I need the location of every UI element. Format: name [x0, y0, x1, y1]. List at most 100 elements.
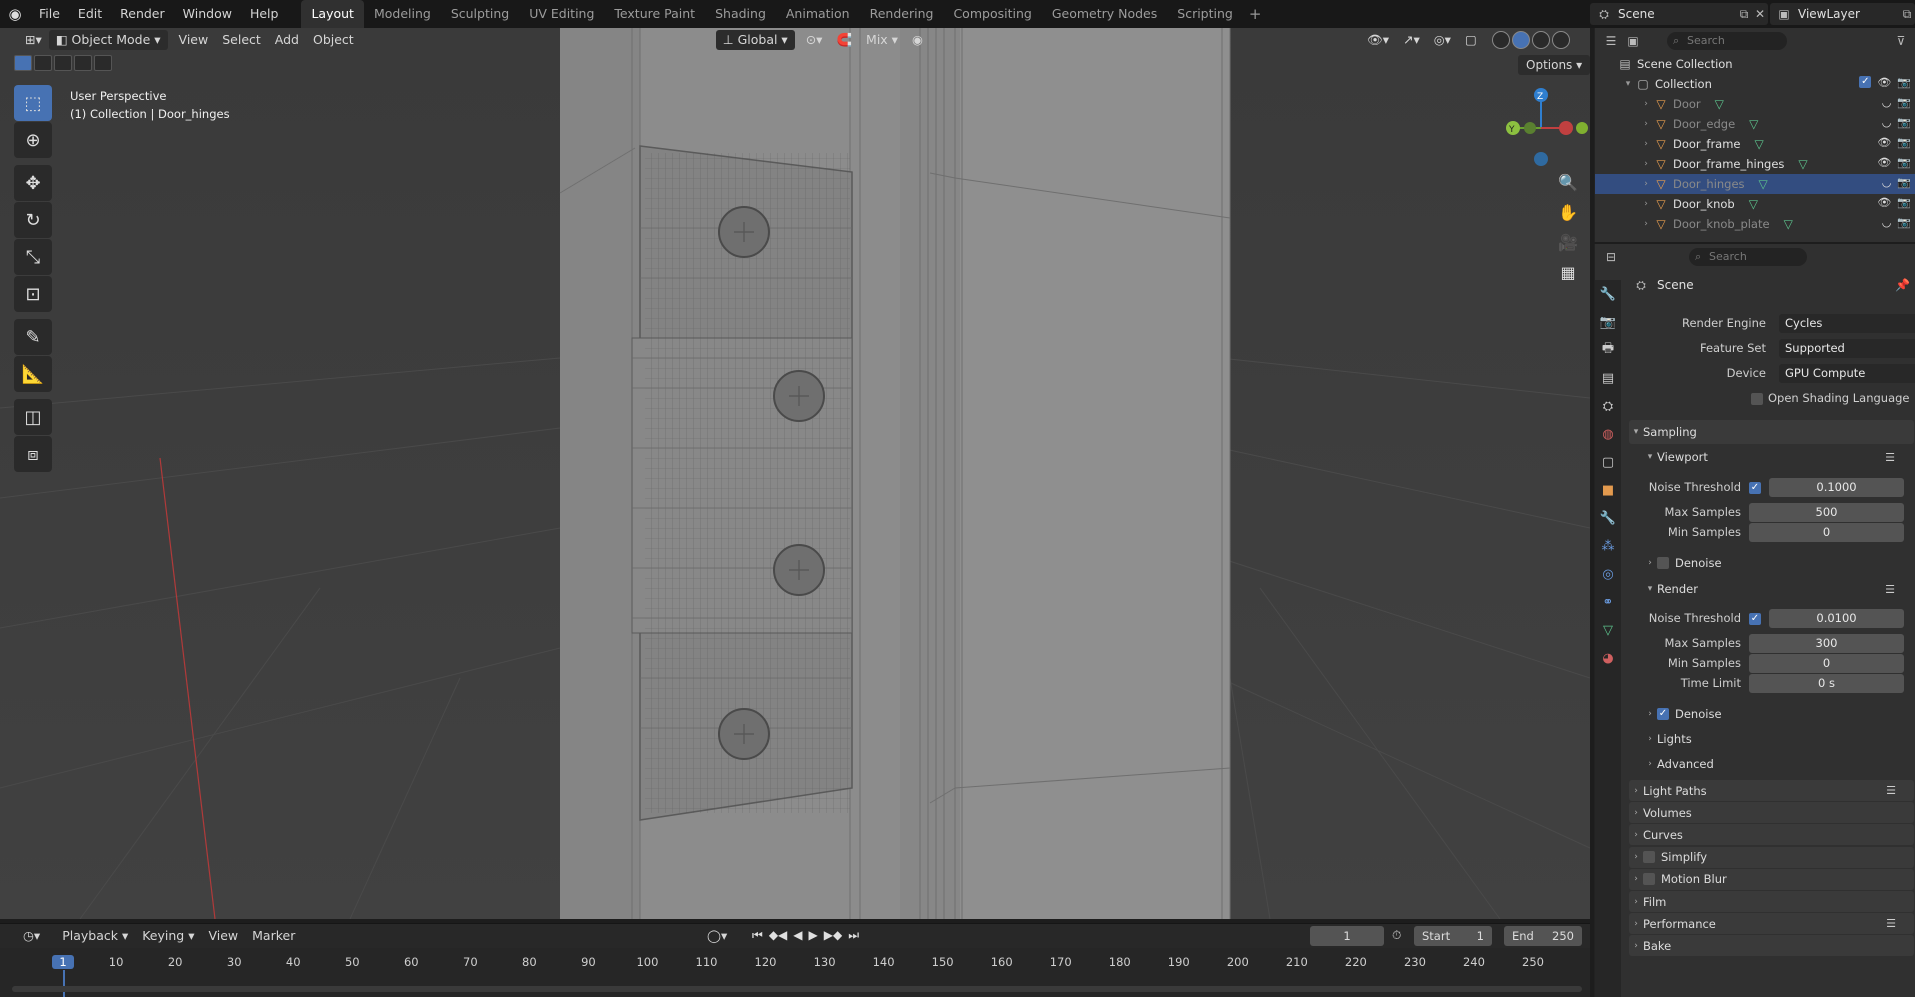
- expand-icon[interactable]: ›: [1639, 219, 1653, 229]
- next-keyframe-icon[interactable]: ▶◆: [824, 928, 842, 943]
- scene-selector[interactable]: ⛭ Scene ⧉ ✕: [1590, 3, 1768, 25]
- outliner-item[interactable]: › ▽ Door ▽ ◡ 📷: [1595, 94, 1915, 114]
- collapse-icon[interactable]: ▾: [1621, 79, 1635, 89]
- add-workspace-icon[interactable]: +: [1243, 5, 1268, 23]
- eye-icon[interactable]: 👁: [1877, 136, 1891, 149]
- move-tool-icon[interactable]: ✥: [14, 165, 52, 201]
- scale-tool-icon[interactable]: ⤡: [14, 239, 52, 275]
- viewport-noise-checkbox[interactable]: ✓: [1749, 480, 1761, 494]
- modifier-tab-icon[interactable]: 🔧: [1595, 504, 1621, 532]
- select-box-tool-icon[interactable]: ⬚: [14, 85, 52, 121]
- properties-search-input[interactable]: ⌕ Search: [1689, 248, 1807, 266]
- xray-toggle-icon[interactable]: ▢: [1458, 30, 1484, 50]
- menu-file[interactable]: File: [30, 0, 69, 28]
- tab-geometry-nodes[interactable]: Geometry Nodes: [1042, 0, 1167, 28]
- device-dropdown[interactable]: GPU Compute: [1779, 363, 1915, 383]
- render-camera-icon[interactable]: 📷: [1897, 76, 1911, 89]
- panel-enable-checkbox[interactable]: [1643, 851, 1655, 864]
- render-subpanel-header[interactable]: ▾ Render ☰: [1643, 578, 1913, 600]
- timeline-scrollbar[interactable]: [12, 986, 1582, 992]
- expand-icon[interactable]: ›: [1639, 159, 1653, 169]
- outliner-item[interactable]: › ▽ Door_knob_plate ▽ ◡ 📷: [1595, 214, 1915, 234]
- panel-header[interactable]: › Bake: [1629, 935, 1914, 957]
- feature-set-dropdown[interactable]: Supported: [1779, 338, 1915, 358]
- menu-timeline-view[interactable]: View: [201, 926, 245, 946]
- panel-enable-checkbox[interactable]: [1643, 873, 1655, 886]
- outliner-item[interactable]: › ▽ Door_hinges ▽ ◡ 📷: [1595, 174, 1915, 194]
- eye-closed-icon[interactable]: ◡: [1882, 176, 1892, 189]
- wireframe-shading-icon[interactable]: [1492, 31, 1510, 49]
- viewport-subpanel-header[interactable]: ▾ Viewport ☰: [1643, 446, 1913, 468]
- presets-list-icon[interactable]: ☰: [1885, 451, 1895, 464]
- start-frame-field[interactable]: Start 1: [1414, 926, 1492, 946]
- transform-tool-icon[interactable]: ⊡: [14, 276, 52, 312]
- render-denoise-checkbox[interactable]: ✓: [1657, 708, 1669, 720]
- filter-icon[interactable]: ⊽: [1893, 33, 1909, 49]
- select-extend-icon[interactable]: [34, 55, 52, 71]
- viewport-denoise-row[interactable]: › Denoise: [1643, 552, 1913, 574]
- render-max-field[interactable]: 300: [1749, 633, 1904, 653]
- panel-header[interactable]: › Volumes: [1629, 802, 1914, 824]
- zoom-icon[interactable]: 🔍: [1554, 168, 1582, 196]
- tab-scripting[interactable]: Scripting: [1167, 0, 1243, 28]
- prev-keyframe-icon[interactable]: ◆◀: [769, 928, 787, 943]
- world-tab-icon[interactable]: ◍: [1595, 420, 1621, 448]
- viewport-denoise-checkbox[interactable]: [1657, 557, 1669, 569]
- new-view-layer-icon[interactable]: ⧉: [1899, 6, 1915, 22]
- select-intersect-icon[interactable]: [94, 55, 112, 71]
- tab-layout[interactable]: Layout: [301, 0, 364, 28]
- render-tab-icon[interactable]: 📷: [1595, 308, 1621, 336]
- select-invert-icon[interactable]: [74, 55, 92, 71]
- new-scene-icon[interactable]: ⧉: [1736, 6, 1752, 22]
- mesh-data-icon[interactable]: ▽: [1715, 97, 1724, 111]
- delete-scene-icon[interactable]: ✕: [1752, 6, 1768, 22]
- presets-list-icon[interactable]: ☰: [1886, 917, 1896, 930]
- panel-header[interactable]: › Film: [1629, 891, 1914, 912]
- menu-add[interactable]: Add: [268, 30, 306, 50]
- playhead-line[interactable]: [63, 970, 65, 997]
- measure-tool-icon[interactable]: 📐: [14, 356, 52, 392]
- jump-start-icon[interactable]: ⏮: [752, 928, 763, 943]
- timeline-editor-icon[interactable]: ◷▾: [16, 926, 47, 946]
- menu-select[interactable]: Select: [215, 30, 268, 50]
- panel-header[interactable]: › Motion Blur: [1629, 868, 1914, 890]
- mesh-data-icon[interactable]: ▽: [1759, 177, 1768, 191]
- snap-icon[interactable]: 🧲: [829, 30, 859, 50]
- tab-animation[interactable]: Animation: [776, 0, 860, 28]
- render-engine-dropdown[interactable]: Cycles: [1779, 313, 1915, 333]
- select-subtract-icon[interactable]: [54, 55, 72, 71]
- rendered-shading-icon[interactable]: [1552, 31, 1570, 49]
- menu-marker[interactable]: Marker: [245, 926, 302, 946]
- snap-mode-dropdown[interactable]: Mix ▾: [859, 30, 905, 50]
- visibility-icon[interactable]: 👁▾: [1360, 30, 1396, 50]
- eye-closed-icon[interactable]: ◡: [1882, 116, 1892, 129]
- menu-help[interactable]: Help: [241, 0, 288, 28]
- render-camera-icon[interactable]: 📷: [1897, 116, 1911, 129]
- panel-header[interactable]: › Simplify: [1629, 846, 1914, 868]
- viewport-min-field[interactable]: 0: [1749, 522, 1904, 542]
- material-shading-icon[interactable]: [1532, 31, 1550, 49]
- render-denoise-row[interactable]: › ✓ Denoise: [1643, 703, 1913, 725]
- pan-hand-icon[interactable]: ✋: [1554, 198, 1582, 226]
- presets-list-icon[interactable]: ☰: [1886, 784, 1896, 797]
- mode-dropdown[interactable]: ◧ Object Mode ▾: [48, 30, 168, 50]
- mesh-data-icon[interactable]: ▽: [1749, 197, 1758, 211]
- render-camera-icon[interactable]: 📷: [1897, 216, 1911, 229]
- render-camera-icon[interactable]: 📷: [1897, 156, 1911, 169]
- preview-range-icon[interactable]: ⏱: [1392, 928, 1401, 943]
- menu-view[interactable]: View: [172, 30, 216, 50]
- 3d-viewport[interactable]: Z Y: [0, 28, 1590, 919]
- play-icon[interactable]: ▶: [809, 928, 818, 943]
- overlay-toggle-icon[interactable]: ◎▾: [1427, 30, 1458, 50]
- render-camera-icon[interactable]: 📷: [1897, 176, 1911, 189]
- sampling-panel-header[interactable]: ▾ Sampling: [1629, 420, 1914, 444]
- eye-icon[interactable]: 👁: [1877, 156, 1891, 169]
- menu-object[interactable]: Object: [306, 30, 361, 50]
- tab-uv-editing[interactable]: UV Editing: [519, 0, 604, 28]
- render-noise-checkbox[interactable]: ✓: [1749, 611, 1761, 625]
- current-frame-field[interactable]: 1: [1310, 926, 1384, 946]
- advanced-subpanel[interactable]: › Advanced: [1643, 753, 1913, 775]
- tab-shading[interactable]: Shading: [705, 0, 776, 28]
- expand-icon[interactable]: ›: [1639, 99, 1653, 109]
- orientation-dropdown[interactable]: ⊥ Global ▾: [715, 30, 795, 50]
